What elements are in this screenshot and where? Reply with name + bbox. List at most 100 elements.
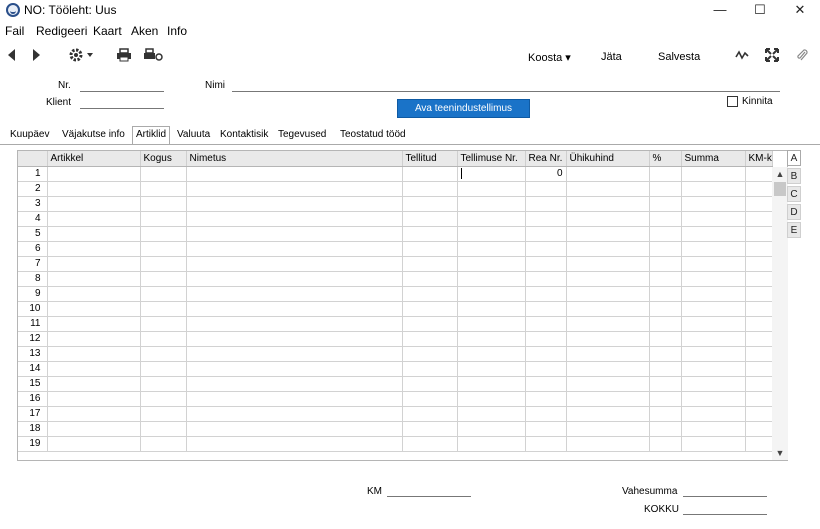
table-cell[interactable] (681, 316, 746, 332)
table-cell[interactable] (566, 271, 650, 287)
table-cell[interactable] (649, 181, 682, 197)
table-cell[interactable] (649, 271, 682, 287)
table-cell[interactable] (566, 211, 650, 227)
table-cell[interactable] (140, 361, 187, 377)
table-cell[interactable] (681, 376, 746, 392)
table-cell[interactable] (402, 271, 458, 287)
table-cell[interactable] (402, 226, 458, 242)
table-cell[interactable] (47, 361, 141, 377)
menu-aken[interactable]: Aken (131, 24, 158, 38)
table-cell[interactable] (525, 226, 567, 242)
table-cell[interactable] (47, 256, 141, 272)
table-cell[interactable] (140, 421, 187, 437)
table-cell[interactable] (681, 211, 746, 227)
table-row[interactable]: 17 (18, 406, 773, 422)
table-cell[interactable] (649, 241, 682, 257)
table-cell[interactable] (47, 301, 141, 317)
salvesta-button[interactable]: Salvesta (658, 51, 700, 63)
table-cell[interactable] (186, 376, 403, 392)
table-cell[interactable] (47, 181, 141, 197)
print-preview-icon[interactable] (143, 48, 165, 66)
table-cell[interactable] (402, 331, 458, 347)
table-row[interactable]: 8 (18, 271, 773, 287)
table-row[interactable]: 18 (18, 421, 773, 437)
table-cell[interactable] (681, 406, 746, 422)
table-cell[interactable] (745, 301, 773, 317)
column-header[interactable]: % (649, 151, 682, 167)
table-cell[interactable] (745, 286, 773, 302)
table-row[interactable]: 14 (18, 361, 773, 377)
table-cell[interactable] (47, 241, 141, 257)
jata-button[interactable]: Jäta (601, 51, 622, 63)
table-cell[interactable] (745, 421, 773, 437)
table-cell[interactable] (681, 271, 746, 287)
table-cell[interactable] (681, 391, 746, 407)
table-cell[interactable] (649, 286, 682, 302)
gear-icon[interactable] (68, 48, 96, 66)
scroll-down-icon[interactable]: ▼ (772, 446, 788, 460)
table-cell[interactable] (566, 406, 650, 422)
table-cell[interactable] (525, 241, 567, 257)
table-cell[interactable] (681, 226, 746, 242)
table-cell[interactable] (745, 211, 773, 227)
table-cell[interactable] (649, 406, 682, 422)
vertical-scrollbar[interactable]: ▲ ▼ (772, 167, 788, 460)
nimi-field[interactable] (232, 91, 780, 92)
menu-info[interactable]: Info (167, 24, 187, 38)
tab-teostatud-tood[interactable]: Teostatud tööd (339, 128, 407, 144)
column-header[interactable]: KM-k (745, 151, 773, 167)
table-cell[interactable] (140, 226, 187, 242)
table-cell[interactable] (140, 166, 187, 182)
tab-tegevused[interactable]: Tegevused (277, 128, 327, 144)
table-cell[interactable] (681, 241, 746, 257)
table-cell[interactable] (525, 181, 567, 197)
table-cell[interactable] (745, 376, 773, 392)
table-cell[interactable] (140, 181, 187, 197)
table-cell[interactable] (566, 391, 650, 407)
table-cell[interactable] (457, 271, 526, 287)
table-cell[interactable] (457, 166, 526, 182)
table-cell[interactable] (525, 316, 567, 332)
table-cell[interactable] (140, 286, 187, 302)
table-cell[interactable] (402, 391, 458, 407)
scroll-thumb[interactable] (774, 182, 786, 196)
table-cell[interactable] (140, 436, 187, 452)
table-cell[interactable] (525, 286, 567, 302)
table-cell[interactable] (186, 391, 403, 407)
column-header[interactable]: Tellitud (402, 151, 458, 167)
table-cell[interactable] (140, 346, 187, 362)
table-cell[interactable] (140, 196, 187, 212)
table-cell[interactable] (457, 181, 526, 197)
table-cell[interactable] (745, 406, 773, 422)
forward-arrow-icon[interactable] (30, 48, 42, 66)
table-cell[interactable] (186, 406, 403, 422)
table-cell[interactable] (649, 256, 682, 272)
table-cell[interactable] (140, 271, 187, 287)
table-cell[interactable] (566, 226, 650, 242)
table-cell[interactable] (745, 316, 773, 332)
table-cell[interactable] (566, 241, 650, 257)
table-cell[interactable] (457, 436, 526, 452)
table-cell[interactable] (457, 286, 526, 302)
table-row[interactable]: 13 (18, 346, 773, 362)
tab-kontaktisik[interactable]: Kontaktisik (219, 128, 269, 144)
table-cell[interactable] (566, 346, 650, 362)
minimize-button[interactable]: — (700, 0, 740, 20)
table-cell[interactable] (457, 331, 526, 347)
table-row[interactable]: 12 (18, 331, 773, 347)
table-cell[interactable] (402, 196, 458, 212)
table-cell[interactable] (140, 406, 187, 422)
table-cell[interactable] (566, 256, 650, 272)
table-cell[interactable] (47, 376, 141, 392)
print-icon[interactable] (115, 48, 133, 66)
table-cell[interactable] (457, 241, 526, 257)
column-header[interactable]: Nimetus (186, 151, 403, 167)
table-cell[interactable] (47, 271, 141, 287)
table-cell[interactable] (649, 391, 682, 407)
table-cell[interactable] (402, 166, 458, 182)
table-cell[interactable] (47, 391, 141, 407)
table-cell[interactable] (649, 196, 682, 212)
table-cell[interactable] (649, 361, 682, 377)
table-cell[interactable] (47, 436, 141, 452)
table-cell[interactable] (186, 256, 403, 272)
